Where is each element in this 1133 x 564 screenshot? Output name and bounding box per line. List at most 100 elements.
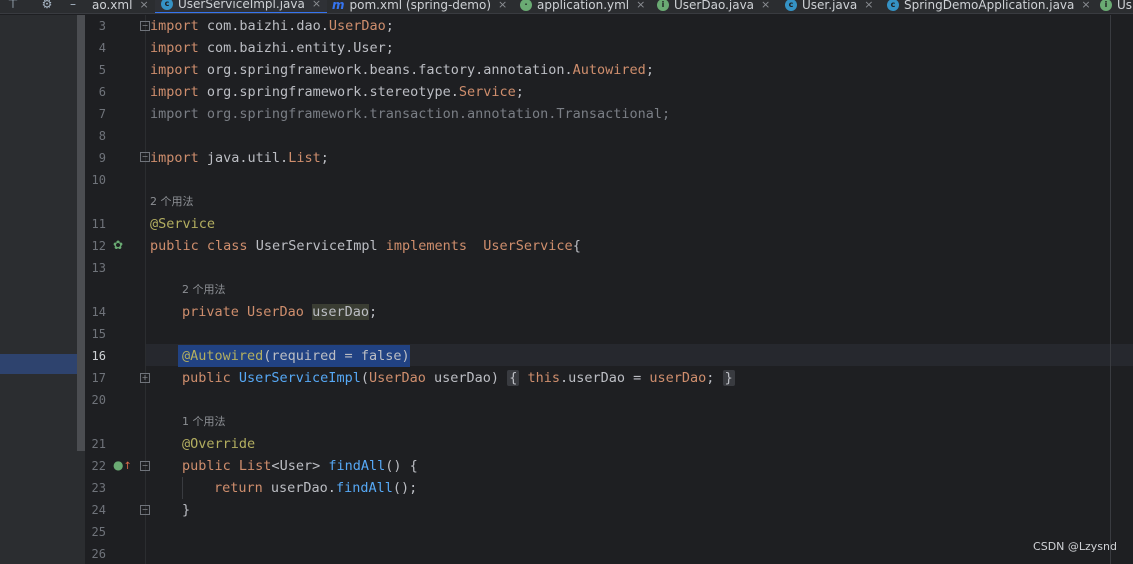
close-icon[interactable]: × [498, 0, 507, 11]
usage-hint[interactable]: 2 个用法 [182, 279, 226, 301]
line-number: 25 [91, 525, 106, 539]
package-path: com.baizhi.dao. [198, 18, 329, 34]
keyword: import [150, 62, 199, 78]
line-number: 20 [91, 393, 106, 407]
punct: ; [645, 62, 654, 78]
project-panel-scrollbar[interactable] [77, 15, 85, 451]
tab-application-yml[interactable]: · application.yml × [520, 0, 645, 13]
tab-dao-xml[interactable]: ao.xml × [92, 0, 149, 13]
tab-user[interactable]: c User.java × [785, 0, 873, 13]
fold-marker-icon[interactable]: + [140, 373, 150, 383]
tab-springdemoapplication[interactable]: c SpringDemoApplication.java × [887, 0, 1091, 13]
punct: < [271, 458, 280, 474]
method-call: findAll [335, 480, 393, 496]
code-line-22: public List<User> findAll() { [182, 455, 418, 477]
fold-marker-icon[interactable]: − [140, 21, 150, 31]
class-ref: UserDao [328, 18, 386, 34]
line-number: 16 [91, 349, 106, 363]
interface-ref: UserService [467, 238, 573, 254]
java-class-icon: c [785, 0, 797, 11]
fold-marker-icon[interactable]: − [140, 461, 150, 471]
punct: () { [385, 458, 418, 474]
object-ref: userDao. [270, 480, 336, 496]
keyword: import [150, 84, 199, 100]
type-ref: UserDao [247, 304, 313, 320]
override-method-icon[interactable]: ●↑ [113, 458, 132, 472]
line-number: 12 [91, 239, 106, 253]
param-name: userDao [434, 370, 491, 386]
editor-tab-bar: ⊤ ⚙ – ao.xml × c UserServiceImpl.java × m … [0, 0, 1133, 14]
class-ref: List [288, 150, 321, 166]
package-path: org.springframework.stereotype. [198, 84, 459, 100]
keyword: public [182, 370, 239, 386]
tab-label: Us [1117, 0, 1133, 12]
tab-userserviceimpl[interactable]: c UserServiceImpl.java × [155, 0, 328, 13]
java-interface-icon: i [657, 0, 669, 11]
layout-icon[interactable]: ⊤ [4, 0, 22, 12]
folded-brace[interactable]: { [507, 370, 520, 386]
yaml-file-icon: · [520, 0, 532, 11]
close-icon[interactable]: × [139, 0, 148, 11]
code-line-5: import org.springframework.beans.factory… [150, 59, 654, 81]
close-icon[interactable]: × [312, 0, 321, 10]
class-ref: Autowired [572, 62, 646, 78]
punct: (); [392, 480, 418, 496]
keyword: public [182, 458, 239, 474]
statement: .userDao = [559, 370, 650, 386]
param-ref: userDao [649, 370, 707, 386]
punct: ) [490, 370, 500, 386]
tab-label: ao.xml [92, 0, 133, 12]
punct: ; [385, 18, 394, 34]
right-margin-guide [1110, 15, 1111, 564]
line-number: 8 [98, 129, 106, 143]
package-path: org.springframework.beans.factory.annota… [198, 62, 573, 78]
punct: > [312, 458, 329, 474]
close-icon[interactable]: × [1081, 0, 1090, 11]
code-line-11: @Service [150, 216, 216, 232]
minimize-icon[interactable]: – [64, 0, 82, 12]
constructor-name: UserServiceImpl [238, 370, 361, 386]
spring-bean-icon[interactable]: ✿ [113, 238, 123, 252]
fold-marker-icon[interactable]: − [140, 505, 150, 515]
line-number: 9 [98, 151, 106, 165]
code-line-6: import org.springframework.stereotype.Se… [150, 81, 524, 103]
usage-hint[interactable]: 1 个用法 [182, 411, 226, 433]
indent-guide [182, 477, 183, 499]
line-number: 3 [98, 19, 106, 33]
line-number: 26 [91, 547, 106, 561]
code-line-24: } [182, 502, 191, 518]
keyword: implements [385, 238, 468, 254]
punct: ( [360, 370, 369, 386]
line-number: 23 [91, 481, 106, 495]
code-line-17: public UserServiceImpl(UserDao userDao) … [182, 367, 735, 389]
gutter-divider [145, 15, 146, 564]
usage-hint[interactable]: 2 个用法 [150, 191, 194, 213]
line-number: 11 [91, 217, 106, 231]
close-icon[interactable]: × [864, 0, 873, 11]
line-number: 7 [98, 107, 106, 121]
punct: { [572, 238, 581, 254]
punct: ; [368, 304, 378, 320]
type-ref: User [279, 458, 313, 474]
type-ref: List [238, 458, 272, 474]
code-line-21: @Override [182, 436, 256, 452]
package-path: java.util. [198, 150, 289, 166]
spring-boot-icon: c [887, 0, 899, 11]
tab-label: application.yml [537, 0, 630, 12]
tab-pom-xml[interactable]: m pom.xml (spring-demo) × [332, 0, 507, 13]
keyword: class [198, 238, 256, 254]
close-icon[interactable]: × [636, 0, 645, 11]
gear-icon[interactable]: ⚙ [38, 0, 56, 12]
line-number: 21 [91, 437, 106, 451]
project-panel-selection[interactable] [0, 354, 85, 374]
keyword: private [182, 304, 248, 320]
folded-brace[interactable]: } [722, 370, 735, 386]
line-number: 15 [91, 327, 106, 341]
java-interface-icon: i [1100, 0, 1112, 11]
line-number: 5 [98, 63, 106, 77]
fold-marker-icon[interactable]: − [140, 152, 150, 162]
tab-us[interactable]: i Us [1100, 0, 1133, 13]
close-icon[interactable]: × [761, 0, 770, 11]
watermark: CSDN @Lzysnd [1033, 540, 1117, 553]
tab-userdao[interactable]: i UserDao.java × [657, 0, 770, 13]
